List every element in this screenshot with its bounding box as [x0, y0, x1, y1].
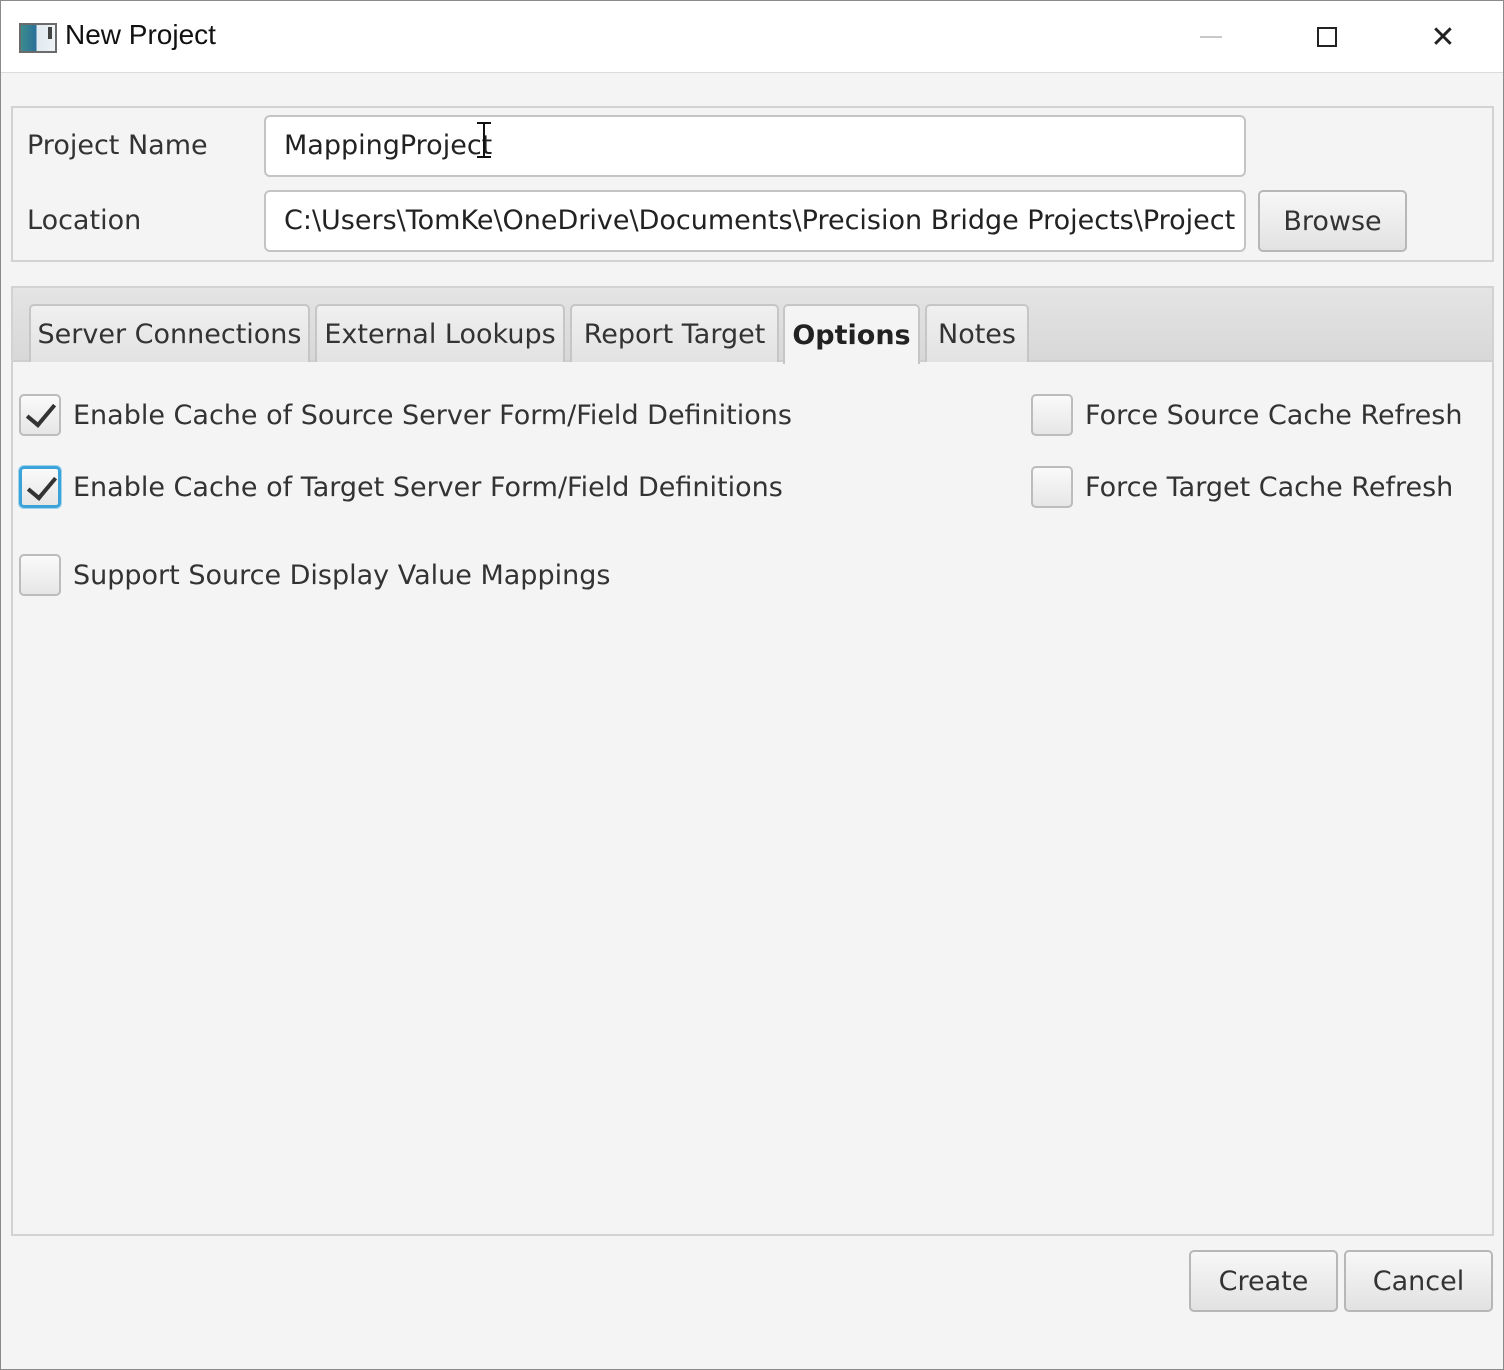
- location-input[interactable]: C:\Users\TomKe\OneDrive\Documents\Precis…: [264, 190, 1246, 252]
- force-source-refresh-row[interactable]: Force Source Cache Refresh: [1031, 393, 1462, 437]
- cancel-button[interactable]: Cancel: [1344, 1250, 1493, 1312]
- browse-button[interactable]: Browse: [1258, 190, 1407, 252]
- enable-target-cache-checkbox[interactable]: [19, 466, 61, 508]
- enable-source-cache-checkbox[interactable]: [19, 394, 61, 436]
- support-display-values-row[interactable]: Support Source Display Value Mappings: [19, 553, 610, 597]
- force-source-refresh-label: Force Source Cache Refresh: [1085, 399, 1463, 431]
- support-display-values-label: Support Source Display Value Mappings: [73, 559, 611, 591]
- minimize-icon: [1200, 36, 1222, 38]
- text-cursor-icon: [475, 122, 493, 158]
- enable-target-cache-label: Enable Cache of Target Server Form/Field…: [73, 471, 783, 503]
- support-display-values-checkbox[interactable]: [19, 554, 61, 596]
- project-name-input[interactable]: MappingProject: [264, 115, 1246, 177]
- tab-options[interactable]: Options: [783, 304, 920, 364]
- project-name-label: Project Name: [27, 130, 208, 161]
- force-target-refresh-label: Force Target Cache Refresh: [1085, 471, 1454, 503]
- close-icon: ✕: [1430, 19, 1456, 55]
- window-title: New Project: [65, 19, 216, 50]
- create-button[interactable]: Create: [1189, 1250, 1338, 1312]
- maximize-button[interactable]: [1269, 1, 1385, 73]
- project-tab-pane: Server Connections External Lookups Repo…: [11, 286, 1494, 1236]
- enable-source-cache-label: Enable Cache of Source Server Form/Field…: [73, 399, 792, 431]
- location-label: Location: [27, 205, 142, 236]
- app-window-icon: [19, 23, 57, 53]
- force-target-refresh-row[interactable]: Force Target Cache Refresh: [1031, 465, 1453, 509]
- tab-header: Server Connections External Lookups Repo…: [13, 288, 1492, 364]
- project-info-group: Project Name MappingProject Location C:\…: [11, 106, 1494, 262]
- title-bar[interactable]: New Project ✕: [1, 1, 1503, 73]
- tab-report-target[interactable]: Report Target: [570, 304, 779, 362]
- enable-source-cache-row[interactable]: Enable Cache of Source Server Form/Field…: [19, 393, 792, 437]
- force-target-refresh-checkbox[interactable]: [1031, 466, 1073, 508]
- close-button[interactable]: ✕: [1385, 1, 1501, 73]
- maximize-icon: [1317, 27, 1337, 47]
- minimize-button[interactable]: [1153, 1, 1269, 73]
- force-source-refresh-checkbox[interactable]: [1031, 394, 1073, 436]
- tab-notes[interactable]: Notes: [925, 304, 1029, 362]
- tab-server-connections[interactable]: Server Connections: [29, 304, 310, 362]
- enable-target-cache-row[interactable]: Enable Cache of Target Server Form/Field…: [19, 465, 783, 509]
- new-project-dialog: New Project ✕ Project Name MappingProjec…: [0, 0, 1504, 1370]
- tab-external-lookups[interactable]: External Lookups: [315, 304, 565, 362]
